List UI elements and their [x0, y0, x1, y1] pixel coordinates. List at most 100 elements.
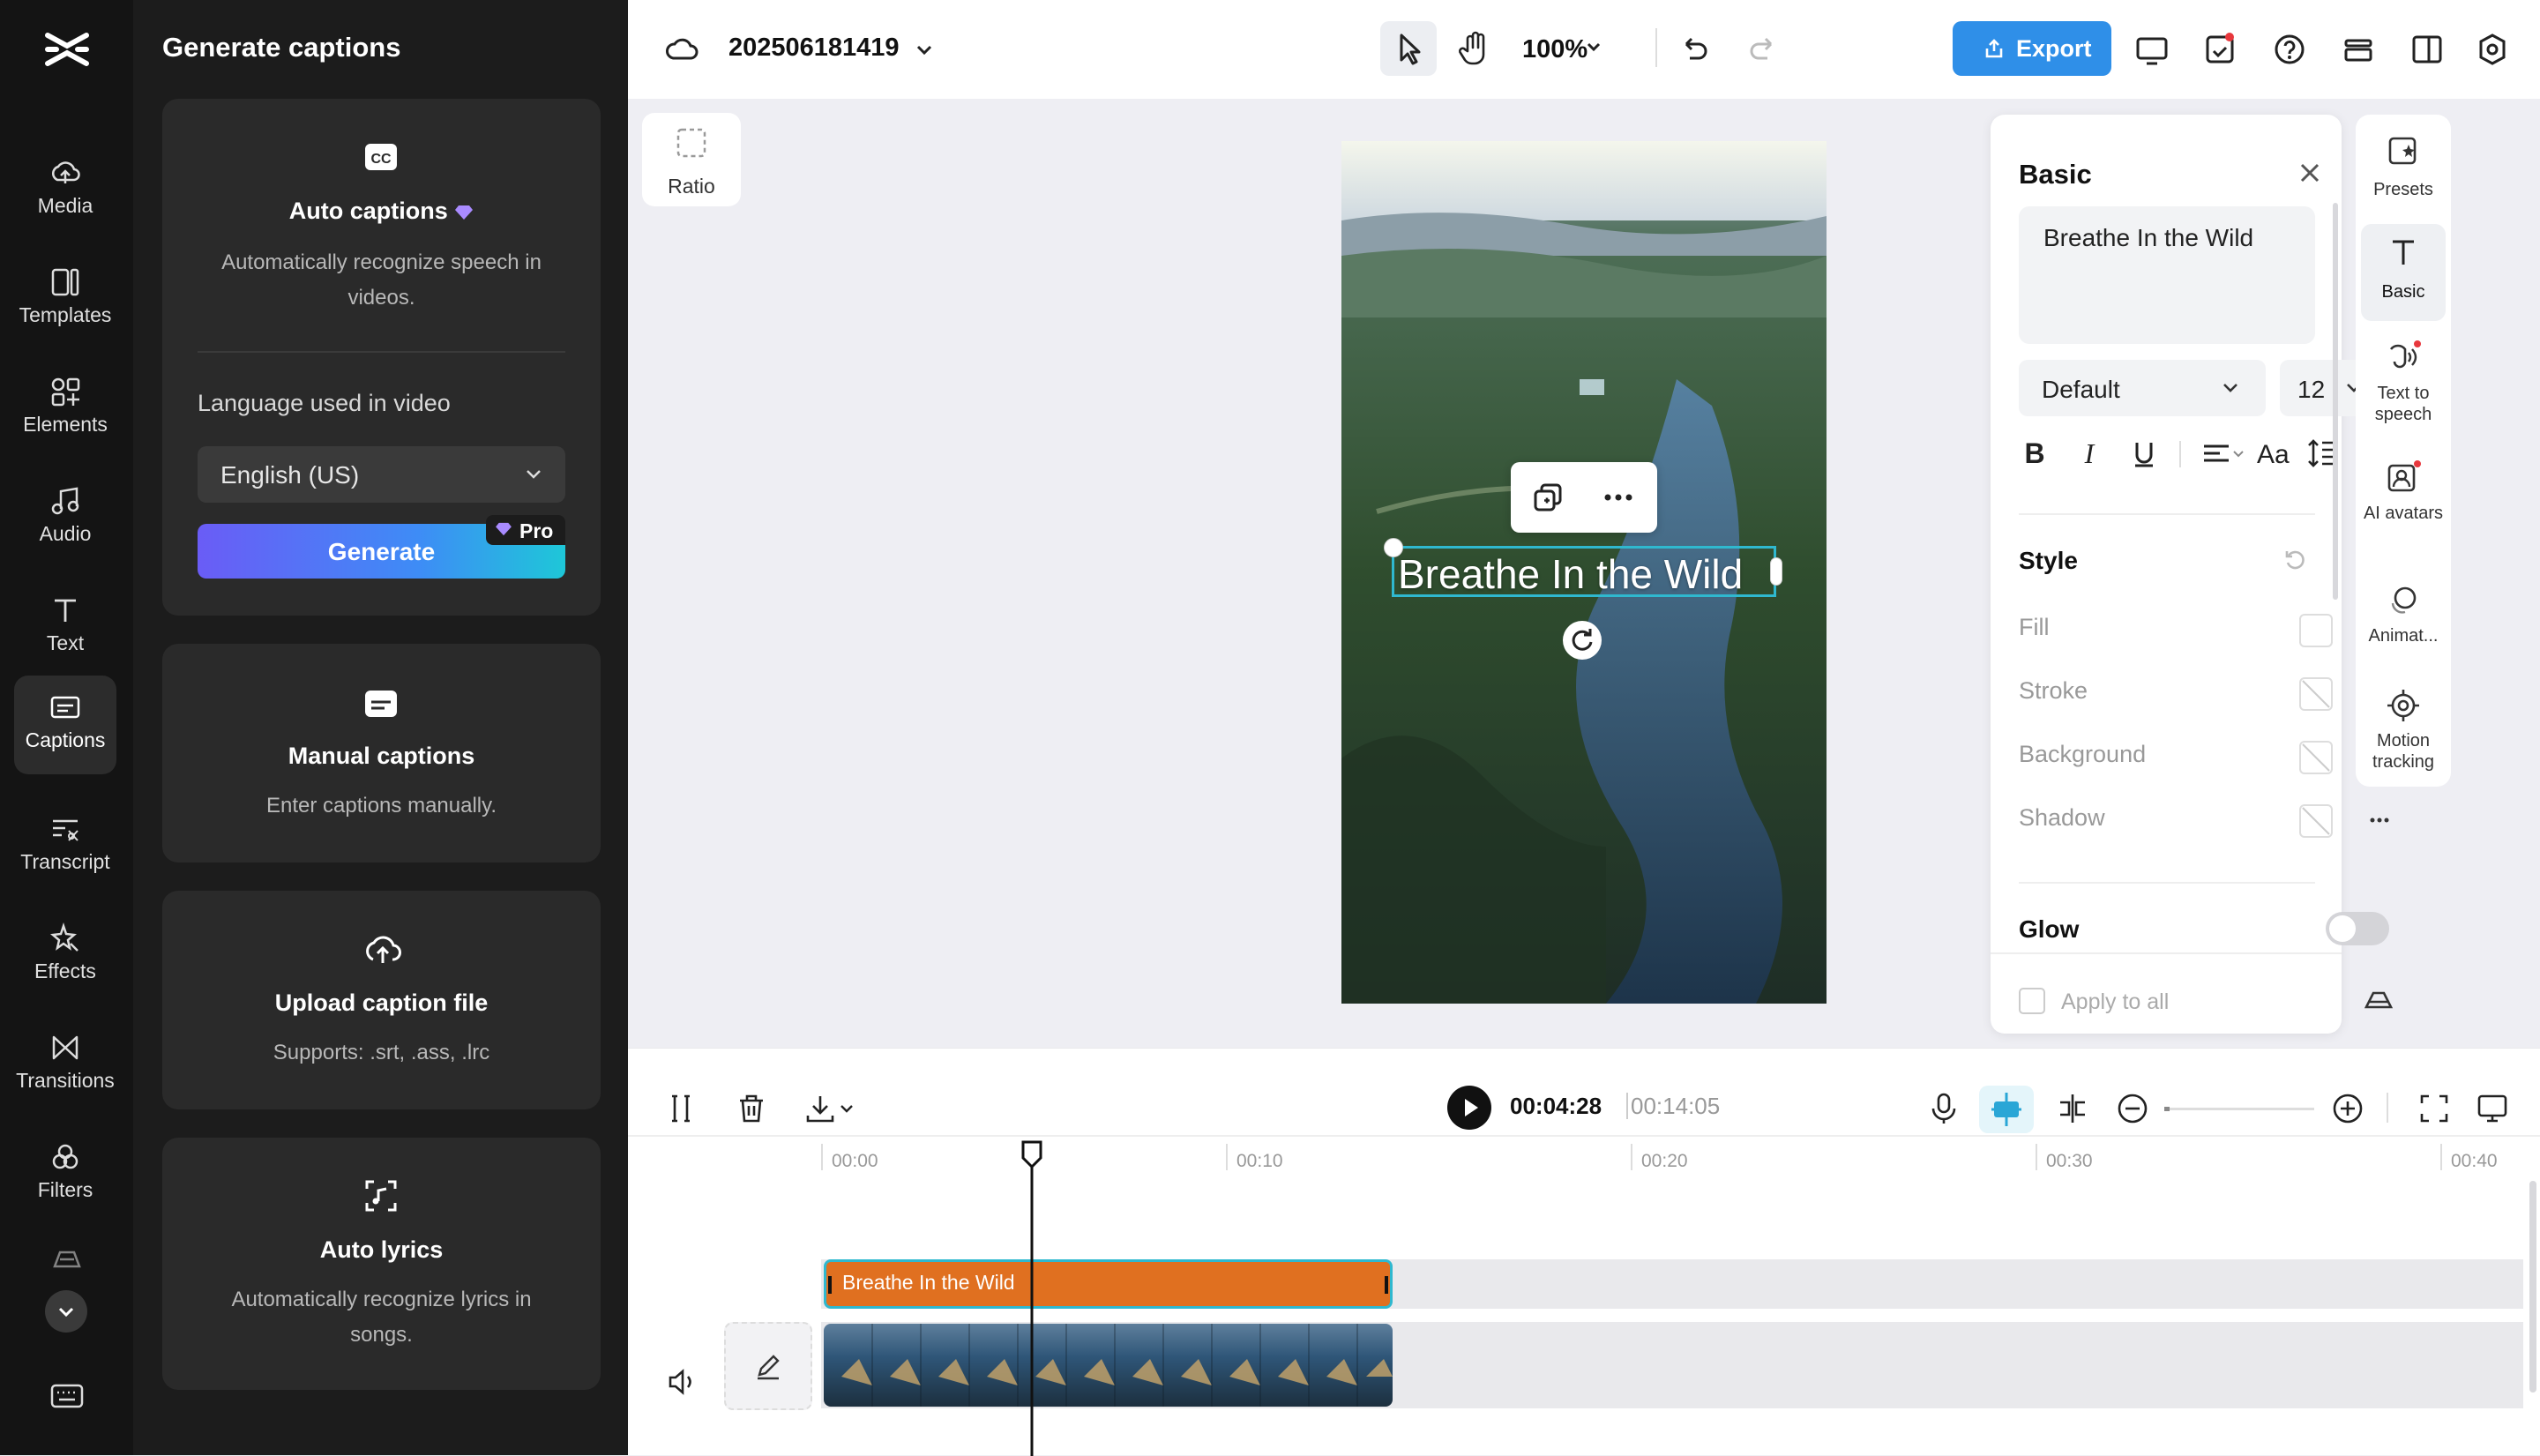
- fit-screen-icon[interactable]: [2417, 1091, 2452, 1126]
- rail-item-text[interactable]: Text: [14, 579, 116, 677]
- ratio-button[interactable]: Ratio: [642, 113, 741, 206]
- undo-icon[interactable]: [1677, 32, 1713, 67]
- video-clip[interactable]: [824, 1324, 1393, 1407]
- toggle-knob: [2329, 915, 2356, 942]
- rail-expand-button[interactable]: [45, 1290, 87, 1333]
- align-icon[interactable]: [2200, 436, 2250, 471]
- fill-swatch[interactable]: [2299, 614, 2333, 647]
- resize-handle[interactable]: [1770, 557, 1782, 586]
- rail-label-templates: Templates: [19, 303, 112, 326]
- rail-item-media[interactable]: Media: [14, 141, 116, 240]
- auto-captions-card: CC Auto captions Automatically recognize…: [162, 99, 601, 616]
- tab-text-to-speech[interactable]: Text to speech: [2356, 330, 2451, 427]
- chevron-down-icon[interactable]: [907, 32, 942, 67]
- manual-captions-title: Manual captions: [288, 743, 475, 769]
- duplicate-icon[interactable]: [1530, 480, 1565, 515]
- clip-trim-handle[interactable]: [1385, 1276, 1388, 1294]
- auto-lyrics-card[interactable]: Auto lyrics Automatically recognize lyri…: [162, 1138, 601, 1390]
- upload-caption-card[interactable]: Upload caption file Supports: .srt, .ass…: [162, 891, 601, 1109]
- background-swatch[interactable]: [2299, 741, 2333, 774]
- split-icon[interactable]: [663, 1091, 698, 1126]
- underline-icon[interactable]: [2128, 436, 2160, 471]
- feedback-icon[interactable]: [2203, 32, 2238, 67]
- zoom-in-icon[interactable]: [2330, 1091, 2365, 1126]
- help-icon[interactable]: [2272, 32, 2307, 67]
- scrollbar[interactable]: [2333, 203, 2338, 600]
- shadow-swatch[interactable]: [2299, 804, 2333, 838]
- zoom-out-icon[interactable]: [2115, 1091, 2150, 1126]
- rotate-handle[interactable]: [1563, 621, 1602, 660]
- ruler-tick: [2440, 1144, 2442, 1170]
- generate-button[interactable]: Generate Pro: [198, 515, 565, 579]
- select-tool-button[interactable]: [1380, 21, 1437, 76]
- reset-icon[interactable]: [2282, 547, 2308, 573]
- settings-icon[interactable]: [2475, 32, 2510, 67]
- tab-ai-avatars[interactable]: AI avatars: [2356, 453, 2451, 550]
- tab-label: Basic: [2381, 282, 2425, 302]
- present-icon[interactable]: [2134, 32, 2170, 67]
- tab-basic[interactable]: Basic: [2361, 224, 2446, 321]
- rail-item-transitions[interactable]: Transitions: [14, 1016, 116, 1115]
- split-align-icon[interactable]: [2055, 1091, 2090, 1126]
- captions-preview-icon[interactable]: [2475, 1091, 2510, 1126]
- timeline-scrollbar[interactable]: [2529, 1181, 2536, 1393]
- cursor-icon: [1400, 34, 1421, 65]
- language-select[interactable]: English (US): [198, 446, 565, 503]
- rail-label-elements: Elements: [23, 413, 108, 436]
- delete-icon[interactable]: [734, 1091, 769, 1126]
- close-icon[interactable]: [2296, 159, 2324, 187]
- more-options-icon[interactable]: [2366, 810, 2393, 831]
- caption-clip[interactable]: Breathe In the Wild: [824, 1259, 1393, 1309]
- manual-captions-card[interactable]: Manual captions Enter captions manually.: [162, 644, 601, 862]
- rail-item-effects[interactable]: Effects: [14, 907, 116, 1005]
- auto-lyrics-title: Auto lyrics: [319, 1236, 444, 1263]
- auto-captions-title-row[interactable]: Auto captions: [162, 198, 601, 225]
- text-content-input[interactable]: Breathe In the Wild: [2019, 206, 2315, 344]
- rail-item-captions[interactable]: Captions: [14, 676, 116, 774]
- playhead[interactable]: [1019, 1139, 1045, 1456]
- rail-item-filters[interactable]: Filters: [14, 1125, 116, 1224]
- case-icon[interactable]: Aa: [2255, 436, 2296, 471]
- layout-toggle-icon[interactable]: [2409, 32, 2445, 67]
- font-select[interactable]: Default: [2019, 360, 2266, 416]
- more-options-icon[interactable]: [1599, 480, 1638, 515]
- cover-edit-button[interactable]: [724, 1322, 812, 1410]
- rail-item-transcript[interactable]: Transcript: [14, 797, 116, 896]
- glow-toggle[interactable]: [2326, 912, 2389, 945]
- redo-icon[interactable]: [1744, 32, 1780, 67]
- bold-icon[interactable]: B: [2019, 436, 2051, 471]
- play-button[interactable]: [1447, 1086, 1491, 1130]
- zoom-slider-thumb[interactable]: [2164, 1107, 2170, 1111]
- caption-text-box[interactable]: Breathe In the Wild: [1384, 538, 1782, 597]
- microphone-icon[interactable]: [1926, 1091, 1961, 1126]
- rail-item-templates[interactable]: Templates: [14, 250, 116, 349]
- stroke-swatch[interactable]: [2299, 677, 2333, 711]
- eraser-icon[interactable]: [2361, 982, 2396, 1018]
- resize-handle[interactable]: [1384, 538, 1403, 557]
- layers-icon[interactable]: [2341, 32, 2376, 67]
- auto-snap-toggle[interactable]: [1979, 1086, 2034, 1133]
- project-name[interactable]: 202506181419: [728, 34, 900, 63]
- italic-icon[interactable]: I: [2073, 436, 2105, 471]
- export-button[interactable]: Export: [1953, 21, 2111, 76]
- tab-animation[interactable]: Animat...: [2356, 582, 2451, 670]
- apply-all-label: Apply to all: [2061, 989, 2170, 1014]
- hand-tool-button[interactable]: [1448, 21, 1501, 76]
- rail-item-audio[interactable]: Audio: [14, 469, 116, 568]
- zoom-select[interactable]: 100%: [1510, 21, 1607, 76]
- brand-kit-icon[interactable]: [49, 1242, 85, 1273]
- tab-presets[interactable]: Presets: [2356, 123, 2451, 220]
- time-ruler[interactable]: 00:00 00:10 00:20 00:30 00:40: [821, 1142, 2540, 1174]
- rail-item-elements[interactable]: Elements: [14, 360, 116, 459]
- divider: [198, 351, 565, 353]
- zoom-slider[interactable]: [2164, 1107, 2314, 1111]
- download-icon[interactable]: [803, 1091, 864, 1126]
- cloud-sync-icon[interactable]: [665, 32, 700, 67]
- left-rail: Media Templates Elements Audio Text Capt…: [0, 0, 133, 1455]
- apply-all-checkbox[interactable]: [2019, 988, 2045, 1014]
- track-mute-icon[interactable]: [665, 1364, 700, 1400]
- clip-trim-handle[interactable]: [828, 1276, 832, 1294]
- capcut-logo[interactable]: [44, 30, 90, 69]
- keyboard-shortcuts-icon[interactable]: [49, 1383, 85, 1409]
- tab-motion-tracking[interactable]: Motion tracking: [2356, 686, 2451, 783]
